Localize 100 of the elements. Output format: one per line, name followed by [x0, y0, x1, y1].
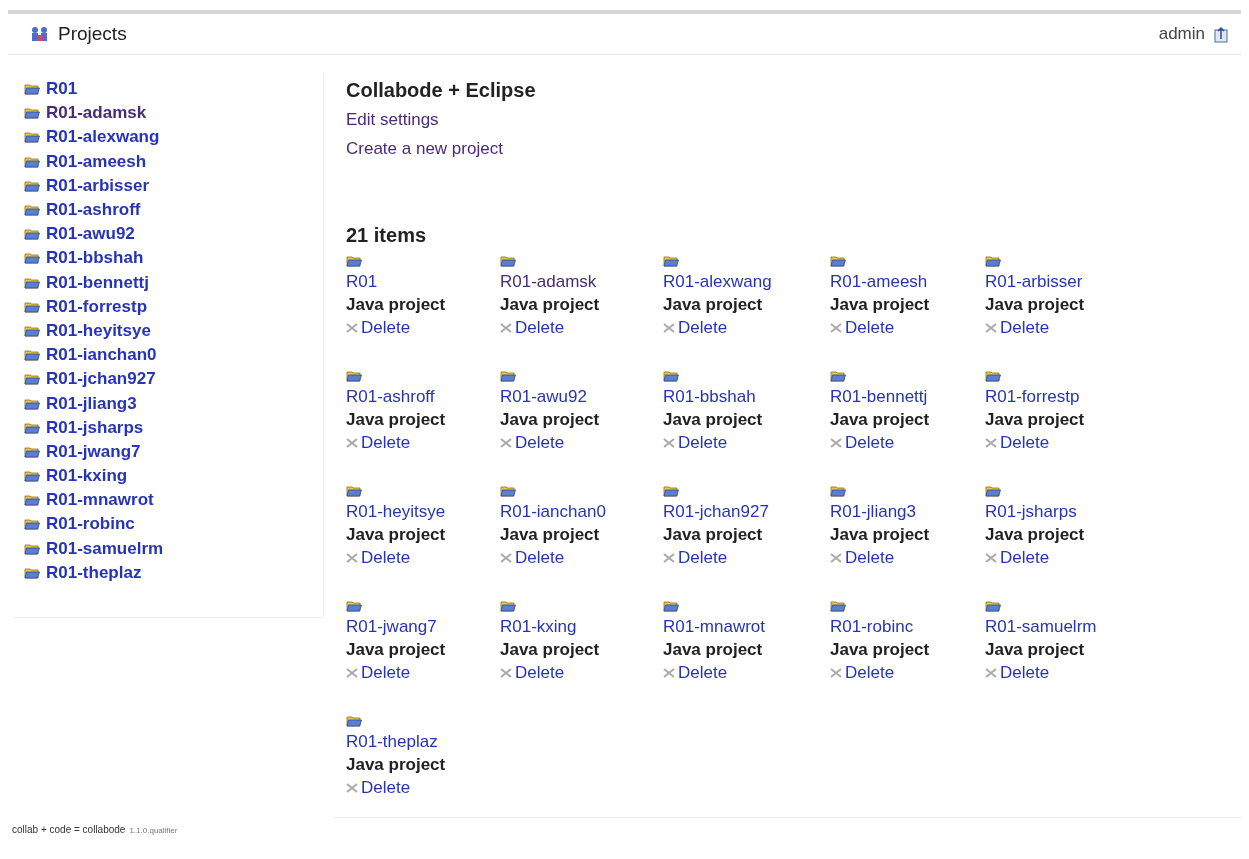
project-link[interactable]: R01-adamsk	[500, 272, 597, 292]
delete-link[interactable]: Delete	[845, 663, 895, 683]
folder-icon	[24, 204, 40, 217]
delete-link[interactable]: Delete	[1000, 318, 1050, 338]
project-type: Java project	[985, 295, 1085, 315]
delete-link[interactable]: Delete	[678, 433, 728, 453]
project-link[interactable]: R01-theplaz	[46, 562, 142, 583]
project-link[interactable]: R01-adamsk	[46, 103, 147, 124]
project-link[interactable]: R01-ashroff	[346, 387, 435, 407]
delete-link[interactable]: Delete	[1000, 433, 1050, 453]
logout-icon[interactable]	[1213, 25, 1229, 43]
project-link[interactable]: R01-jliang3	[46, 393, 137, 414]
delete-link[interactable]: Delete	[515, 548, 565, 568]
project-link[interactable]: R01-bennettj	[46, 272, 149, 293]
delete-icon[interactable]	[663, 553, 675, 563]
project-link[interactable]: R01-ameesh	[830, 272, 928, 292]
delete-icon[interactable]	[830, 553, 842, 563]
project-link[interactable]: R01-forrestp	[985, 387, 1080, 407]
project-link[interactable]: R01-jsharps	[985, 502, 1077, 522]
user-link[interactable]: admin	[1158, 24, 1205, 44]
delete-icon[interactable]	[346, 323, 358, 333]
folder-icon	[24, 107, 40, 120]
project-link[interactable]: R01-alexwang	[46, 127, 160, 148]
delete-icon[interactable]	[500, 553, 512, 563]
folder-icon	[24, 276, 40, 289]
project-link[interactable]: R01-kxing	[500, 617, 577, 637]
project-link[interactable]: R01-theplaz	[346, 732, 438, 752]
project-link[interactable]: R01-heyitsye	[46, 320, 151, 341]
delete-link[interactable]: Delete	[515, 318, 565, 338]
delete-icon[interactable]	[663, 323, 675, 333]
delete-icon[interactable]	[500, 323, 512, 333]
delete-link[interactable]: Delete	[361, 778, 411, 798]
delete-icon[interactable]	[985, 668, 997, 678]
project-link[interactable]: R01-jwang7	[46, 441, 141, 462]
project-link[interactable]: R01-ianchan0	[500, 502, 606, 522]
folder-icon	[663, 370, 679, 382]
delete-link[interactable]: Delete	[845, 548, 895, 568]
delete-link[interactable]: Delete	[515, 663, 565, 683]
action-link[interactable]: Create a new project	[346, 139, 503, 159]
delete-icon[interactable]	[830, 668, 842, 678]
delete-icon[interactable]	[346, 553, 358, 563]
delete-link[interactable]: Delete	[361, 433, 411, 453]
project-link[interactable]: R01-arbisser	[985, 272, 1083, 292]
project-type: Java project	[830, 525, 930, 545]
delete-icon[interactable]	[346, 783, 358, 793]
project-link[interactable]: R01-robinc	[830, 617, 914, 637]
project-link[interactable]: R01-forrestp	[46, 296, 148, 317]
project-link[interactable]: R01-robinc	[46, 514, 135, 535]
delete-icon[interactable]	[985, 438, 997, 448]
project-link[interactable]: R01-samuelrm	[46, 538, 164, 559]
delete-link[interactable]: Delete	[678, 663, 728, 683]
delete-icon[interactable]	[346, 438, 358, 448]
project-link[interactable]: R01-jliang3	[830, 502, 916, 522]
delete-icon[interactable]	[663, 668, 675, 678]
project-link[interactable]: R01-bbshah	[46, 248, 144, 269]
delete-link[interactable]: Delete	[361, 663, 411, 683]
delete-icon[interactable]	[985, 323, 997, 333]
project-link[interactable]: R01	[46, 79, 78, 100]
delete-link[interactable]: Delete	[1000, 548, 1050, 568]
delete-link[interactable]: Delete	[845, 318, 895, 338]
delete-link[interactable]: Delete	[845, 433, 895, 453]
delete-icon[interactable]	[985, 553, 997, 563]
delete-link[interactable]: Delete	[678, 548, 728, 568]
delete-link[interactable]: Delete	[1000, 663, 1050, 683]
folder-icon	[663, 255, 679, 267]
project-link[interactable]: R01-bbshah	[663, 387, 756, 407]
project-link[interactable]: R01-samuelrm	[985, 617, 1097, 637]
project-link[interactable]: R01	[346, 272, 378, 292]
folder-icon	[24, 421, 40, 434]
folder-icon	[24, 131, 40, 144]
delete-link[interactable]: Delete	[361, 548, 411, 568]
delete-icon[interactable]	[663, 438, 675, 448]
action-link[interactable]: Edit settings	[346, 110, 439, 130]
project-link[interactable]: R01-ameesh	[46, 151, 147, 172]
project-link[interactable]: R01-ianchan0	[46, 345, 157, 366]
project-link[interactable]: R01-jchan927	[46, 369, 156, 390]
delete-icon[interactable]	[500, 668, 512, 678]
delete-link[interactable]: Delete	[515, 433, 565, 453]
project-link[interactable]: R01-jwang7	[346, 617, 437, 637]
project-link[interactable]: R01-jsharps	[46, 417, 144, 438]
delete-icon[interactable]	[830, 438, 842, 448]
project-link[interactable]: R01-mnawrot	[46, 490, 154, 511]
project-link[interactable]: R01-kxing	[46, 466, 128, 487]
project-link[interactable]: R01-bennettj	[830, 387, 928, 407]
project-link[interactable]: R01-arbisser	[46, 175, 149, 196]
delete-link[interactable]: Delete	[678, 318, 728, 338]
project-link[interactable]: R01-heyitsye	[346, 502, 446, 522]
delete-icon[interactable]	[500, 438, 512, 448]
project-link[interactable]: R01-awu92	[500, 387, 587, 407]
project-link[interactable]: R01-ashroff	[46, 200, 141, 221]
delete-icon[interactable]	[346, 668, 358, 678]
project-link[interactable]: R01-awu92	[46, 224, 135, 245]
delete-link[interactable]: Delete	[361, 318, 411, 338]
project-link[interactable]: R01-mnawrot	[663, 617, 766, 637]
project-link[interactable]: R01-alexwang	[663, 272, 772, 292]
project-link[interactable]: R01-jchan927	[663, 502, 769, 522]
project-type: Java project	[830, 295, 930, 315]
section-title: Collabode + Eclipse	[346, 79, 537, 102]
footer-text: collab + code = collabode	[12, 824, 126, 835]
delete-icon[interactable]	[830, 323, 842, 333]
